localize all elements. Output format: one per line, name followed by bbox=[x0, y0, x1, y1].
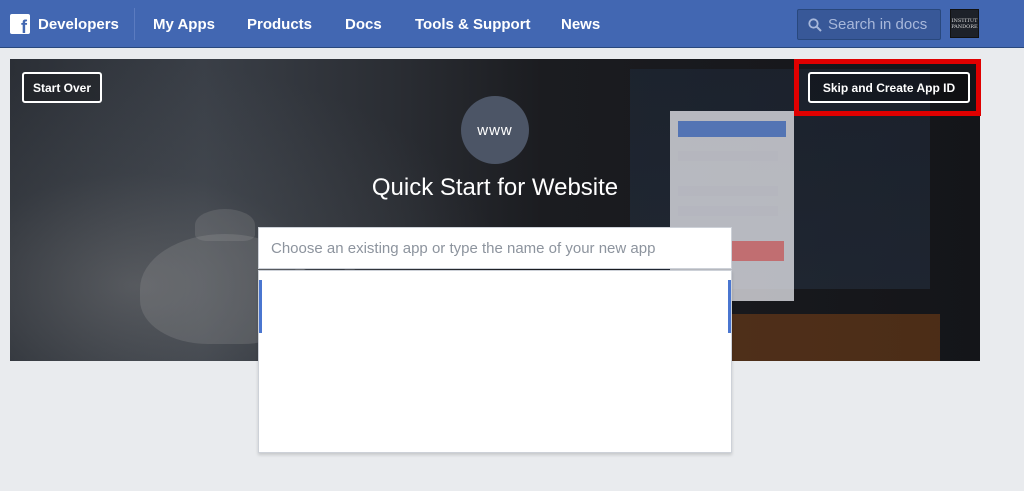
search-box[interactable] bbox=[797, 9, 941, 40]
top-nav-bar: f Developers My Apps Products Docs Tools… bbox=[0, 0, 1024, 48]
nav-divider bbox=[134, 8, 135, 40]
account-avatar[interactable]: INSTITUT PANDORE bbox=[950, 9, 979, 38]
nav-item-docs[interactable]: Docs bbox=[345, 0, 382, 48]
highlight-box bbox=[794, 59, 981, 116]
mockup-line bbox=[678, 151, 778, 161]
nav-item-news[interactable]: News bbox=[561, 0, 600, 48]
website-platform-icon: www bbox=[461, 96, 529, 164]
facebook-logo-icon: f bbox=[10, 14, 30, 36]
brand-label: Developers bbox=[38, 15, 119, 33]
background-orange-bar bbox=[730, 314, 940, 361]
mockup-facebook-bar bbox=[678, 121, 786, 137]
search-icon bbox=[808, 17, 822, 32]
avatar-label: INSTITUT PANDORE bbox=[951, 17, 978, 30]
page-title: Quick Start for Website bbox=[371, 174, 619, 201]
dropdown-left-accent bbox=[259, 280, 262, 333]
developers-home-link[interactable]: f Developers bbox=[10, 0, 119, 48]
app-suggestions-dropdown[interactable] bbox=[258, 270, 732, 453]
dropdown-scrollbar[interactable] bbox=[728, 280, 731, 333]
start-over-button[interactable]: Start Over bbox=[22, 72, 102, 103]
nav-item-products[interactable]: Products bbox=[247, 0, 312, 48]
app-name-input[interactable] bbox=[258, 227, 732, 269]
mockup-line bbox=[678, 206, 778, 216]
nav-item-my-apps[interactable]: My Apps bbox=[153, 0, 215, 48]
search-input[interactable] bbox=[828, 16, 928, 33]
nav-item-tools-support[interactable]: Tools & Support bbox=[415, 0, 531, 48]
